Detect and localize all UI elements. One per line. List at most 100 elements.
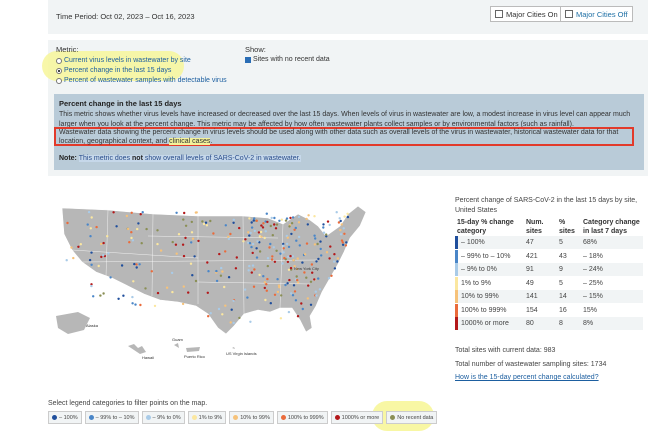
percent-change-help-link[interactable]: How is the 15-day percent change calcula… — [455, 374, 599, 381]
site-point[interactable] — [275, 249, 278, 252]
site-point[interactable] — [120, 264, 124, 267]
site-point[interactable] — [278, 219, 281, 222]
site-point[interactable] — [72, 256, 75, 260]
site-point[interactable] — [314, 290, 317, 293]
site-point[interactable] — [171, 290, 174, 294]
site-point[interactable] — [190, 231, 194, 234]
site-point[interactable] — [144, 287, 147, 290]
site-point[interactable] — [259, 230, 263, 234]
site-point[interactable] — [224, 304, 227, 307]
site-point[interactable] — [107, 252, 110, 255]
site-point[interactable] — [232, 299, 235, 302]
site-point[interactable] — [224, 224, 227, 227]
site-point[interactable] — [325, 233, 328, 236]
site-point[interactable] — [138, 263, 141, 266]
site-point[interactable] — [273, 223, 276, 226]
site-point[interactable] — [171, 240, 174, 244]
site-point[interactable] — [322, 223, 325, 226]
site-point[interactable] — [328, 257, 331, 260]
site-point[interactable] — [251, 242, 255, 246]
us-site-map[interactable]: Alaska Hawaii Guam Puerto Rico US Virgin… — [48, 196, 448, 366]
site-point[interactable] — [336, 260, 339, 263]
filter-chip[interactable]: No recent data — [386, 411, 438, 424]
site-point[interactable] — [315, 260, 318, 263]
site-point[interactable] — [184, 236, 187, 240]
site-point[interactable] — [201, 220, 204, 223]
site-point[interactable] — [191, 237, 195, 240]
site-point[interactable] — [284, 219, 288, 222]
filter-chip[interactable]: 10% to 99% — [229, 411, 274, 424]
site-point[interactable] — [330, 274, 333, 277]
site-point[interactable] — [313, 215, 316, 218]
site-point[interactable] — [339, 219, 342, 223]
site-point[interactable] — [255, 247, 258, 250]
site-point[interactable] — [291, 216, 295, 219]
site-point[interactable] — [232, 321, 235, 325]
site-point[interactable] — [276, 290, 280, 294]
site-point[interactable] — [141, 211, 144, 214]
site-point[interactable] — [341, 241, 344, 244]
site-point[interactable] — [290, 232, 293, 236]
site-point[interactable] — [250, 221, 253, 224]
show-no-recent-checkbox[interactable]: Sites with no recent data — [245, 56, 330, 63]
site-point[interactable] — [291, 255, 295, 258]
site-point[interactable] — [65, 259, 68, 262]
site-point[interactable] — [153, 304, 157, 308]
site-point[interactable] — [279, 317, 283, 320]
site-point[interactable] — [112, 211, 115, 214]
site-point[interactable] — [89, 235, 92, 238]
site-point[interactable] — [253, 268, 256, 271]
site-point[interactable] — [229, 321, 232, 324]
site-point[interactable] — [343, 215, 346, 218]
site-point[interactable] — [263, 286, 266, 290]
site-point[interactable] — [281, 262, 284, 265]
site-point[interactable] — [264, 298, 267, 302]
site-point[interactable] — [285, 242, 289, 246]
site-point[interactable] — [131, 295, 134, 299]
filter-chip[interactable]: – 100% — [48, 411, 82, 424]
site-point[interactable] — [132, 280, 135, 283]
site-point[interactable] — [280, 218, 283, 221]
site-point[interactable] — [90, 251, 93, 254]
site-point[interactable] — [273, 216, 276, 220]
site-point[interactable] — [89, 227, 92, 230]
site-point[interactable] — [273, 260, 277, 263]
site-point[interactable] — [139, 213, 142, 216]
site-point[interactable] — [221, 313, 224, 316]
site-point[interactable] — [130, 236, 133, 240]
site-point[interactable] — [126, 227, 130, 231]
site-point[interactable] — [282, 247, 285, 250]
site-point[interactable] — [177, 233, 181, 236]
site-point[interactable] — [336, 257, 340, 260]
site-point[interactable] — [206, 261, 209, 264]
site-point[interactable] — [242, 240, 245, 243]
site-point[interactable] — [197, 239, 200, 243]
site-point[interactable] — [220, 266, 223, 270]
site-point[interactable] — [288, 225, 291, 228]
metric-option-current-levels[interactable]: Current virus levels in wastewater by si… — [56, 57, 191, 64]
major-cities-on-button[interactable]: Major Cities On — [490, 6, 563, 22]
site-point[interactable] — [289, 266, 293, 270]
site-point[interactable] — [156, 291, 160, 295]
site-point[interactable] — [194, 211, 198, 214]
site-point[interactable] — [297, 215, 301, 219]
site-point[interactable] — [100, 242, 103, 246]
site-point[interactable] — [313, 243, 317, 246]
site-point[interactable] — [191, 274, 194, 277]
site-point[interactable] — [79, 243, 82, 246]
site-point[interactable] — [296, 257, 299, 260]
site-point[interactable] — [134, 303, 137, 306]
site-point[interactable] — [227, 237, 231, 241]
site-point[interactable] — [319, 247, 322, 251]
site-point[interactable] — [266, 277, 269, 281]
site-point[interactable] — [290, 292, 293, 295]
site-point[interactable] — [262, 222, 265, 225]
site-point[interactable] — [131, 239, 135, 242]
site-point[interactable] — [272, 246, 275, 249]
site-point[interactable] — [340, 223, 343, 226]
site-point[interactable] — [284, 283, 287, 287]
site-point[interactable] — [269, 302, 272, 305]
site-point[interactable] — [207, 270, 210, 273]
site-point[interactable] — [309, 303, 313, 306]
site-point[interactable] — [194, 279, 198, 283]
